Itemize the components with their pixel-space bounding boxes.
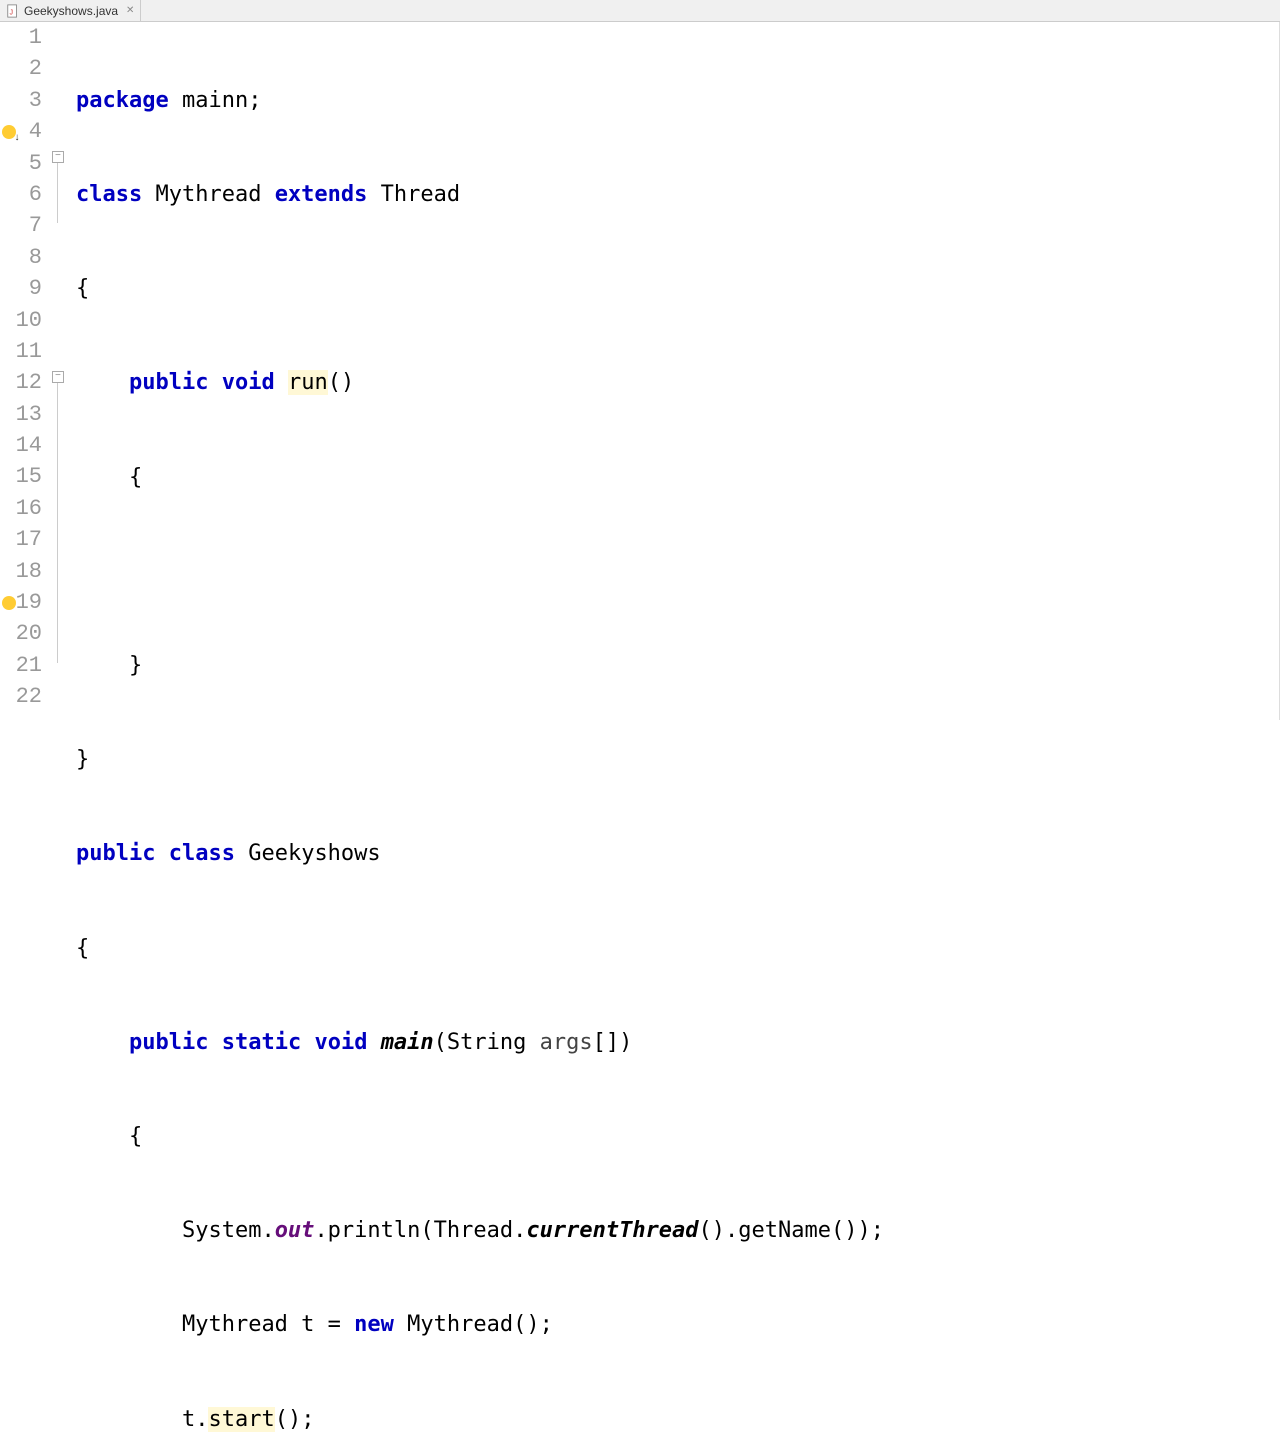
line-number: 7: [0, 210, 42, 241]
line-number: 2: [0, 53, 42, 84]
line-number: 15: [0, 461, 42, 492]
line-number: 1: [0, 22, 42, 53]
line-number: 5: [0, 148, 42, 179]
fold-toggle[interactable]: −: [52, 371, 64, 383]
editor: 1 2 3 4 5 6 7 8 9 10 11 12 13 14 15 16 1…: [0, 22, 1280, 720]
line-number: 18: [0, 556, 42, 587]
line-number: 13: [0, 399, 42, 430]
line-number: 14: [0, 430, 42, 461]
close-icon[interactable]: ✕: [126, 5, 134, 16]
line-number: 3: [0, 85, 42, 116]
line-number: 22: [0, 681, 42, 712]
fold-column: − −: [50, 22, 68, 720]
tab-bar: J Geekyshows.java ✕: [0, 0, 1280, 22]
line-number: 20: [0, 618, 42, 649]
svg-text:J: J: [10, 9, 14, 16]
line-number: 8: [0, 242, 42, 273]
line-number: 12: [0, 367, 42, 398]
file-tab[interactable]: J Geekyshows.java ✕: [0, 0, 141, 21]
line-number: 4: [0, 116, 42, 147]
line-number: 6: [0, 179, 42, 210]
line-number: 9: [0, 273, 42, 304]
override-bulb-icon[interactable]: [2, 125, 16, 139]
line-number: 19: [0, 587, 42, 618]
fold-toggle[interactable]: −: [52, 151, 64, 163]
intention-bulb-icon[interactable]: [2, 596, 16, 610]
line-number: 11: [0, 336, 42, 367]
java-file-icon: J: [6, 4, 20, 18]
line-number: 17: [0, 524, 42, 555]
code-area[interactable]: package mainn; class Mythread extends Th…: [68, 22, 1280, 720]
line-number: 10: [0, 305, 42, 336]
tab-label: Geekyshows.java: [24, 4, 118, 18]
line-number: 21: [0, 650, 42, 681]
line-number: 16: [0, 493, 42, 524]
line-gutter: 1 2 3 4 5 6 7 8 9 10 11 12 13 14 15 16 1…: [0, 22, 50, 720]
